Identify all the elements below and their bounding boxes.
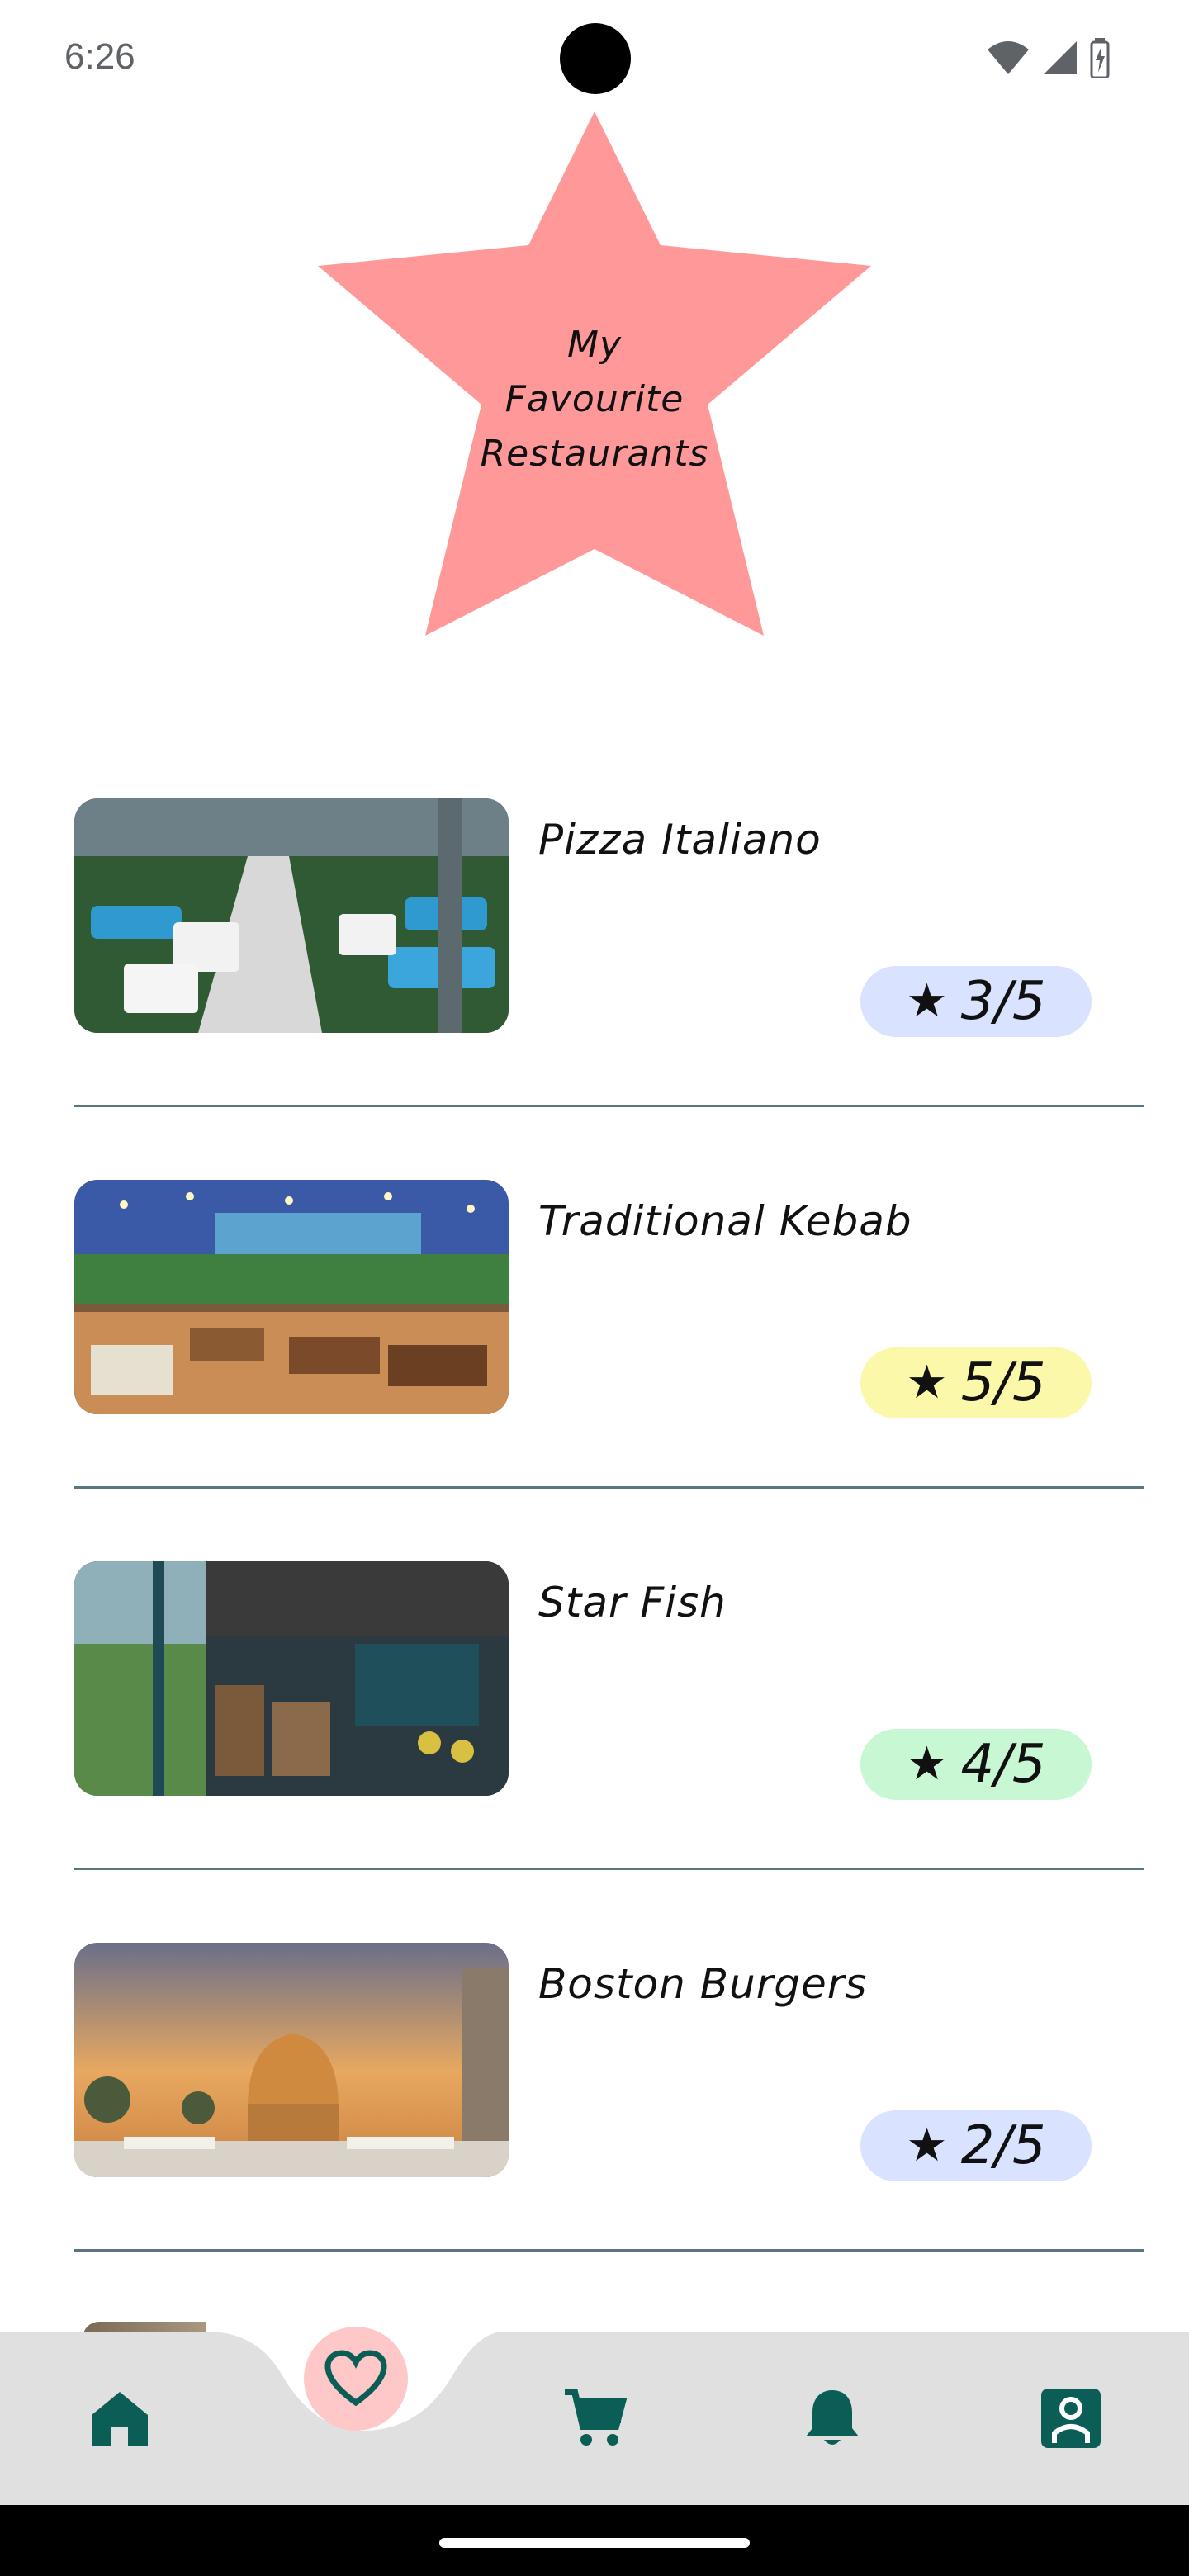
- page-title-line-2: Favourite: [504, 378, 685, 420]
- page-title: My Favourite Restaurants: [462, 318, 727, 481]
- page-title-line-3: Restaurants: [480, 433, 709, 475]
- profile-icon: [1041, 2389, 1101, 2448]
- star-icon: ★: [906, 1737, 948, 1791]
- bottom-navigation: [0, 2282, 1189, 2505]
- star-icon: ★: [906, 1356, 948, 1409]
- nav-cart-button[interactable]: [557, 2381, 632, 2455]
- divider: [74, 1105, 1144, 1107]
- divider: [74, 1486, 1144, 1489]
- signal-icon: [1044, 41, 1077, 74]
- rating-value: 3/5: [960, 971, 1046, 1032]
- status-time: 6:26: [64, 36, 135, 77]
- rating-badge: ★ 5/5: [860, 1347, 1092, 1418]
- restaurant-photo[interactable]: [74, 1943, 509, 2177]
- home-gesture-handle[interactable]: [439, 2538, 750, 2548]
- restaurant-photo[interactable]: [74, 1180, 509, 1414]
- nav-home-button[interactable]: [83, 2381, 157, 2455]
- list-item[interactable]: Pizza Italiano ★ 3/5: [0, 776, 1189, 1158]
- restaurant-name: Star Fish: [538, 1579, 727, 1627]
- restaurant-name: Boston Burgers: [538, 1960, 868, 2008]
- restaurant-photo[interactable]: [74, 1561, 509, 1796]
- rating-value: 5/5: [960, 1352, 1046, 1413]
- rating-badge: ★ 3/5: [860, 966, 1092, 1037]
- home-icon: [92, 2392, 148, 2446]
- cart-icon: [565, 2389, 628, 2446]
- page-title-line-1: My: [566, 324, 622, 366]
- wifi-icon: [988, 41, 1029, 74]
- restaurant-list: Pizza Italiano ★ 3/5 Traditional Kebab ★…: [0, 776, 1189, 2302]
- divider: [74, 2249, 1144, 2252]
- divider: [74, 1868, 1144, 1870]
- status-icons: [986, 38, 1110, 78]
- nav-favourites-button[interactable]: [304, 2327, 408, 2431]
- battery-icon: [1090, 38, 1110, 78]
- heart-icon: [324, 2350, 387, 2407]
- list-item[interactable]: Boston Burgers ★ 2/5: [0, 1920, 1189, 2302]
- gesture-bar: [0, 2505, 1189, 2576]
- restaurant-name: Traditional Kebab: [538, 1197, 912, 1245]
- rating-value: 2/5: [960, 2115, 1046, 2176]
- list-item[interactable]: Star Fish ★ 4/5: [0, 1539, 1189, 1920]
- list-item[interactable]: Traditional Kebab ★ 5/5: [0, 1158, 1189, 1539]
- restaurant-photo[interactable]: [74, 798, 509, 1033]
- restaurant-name: Pizza Italiano: [538, 816, 822, 864]
- status-bar: 6:26: [0, 0, 1189, 116]
- camera-cutout: [560, 23, 631, 94]
- star-icon: ★: [906, 2119, 948, 2172]
- rating-badge: ★ 4/5: [860, 1729, 1092, 1800]
- nav-notifications-button[interactable]: [795, 2381, 869, 2455]
- rating-badge: ★ 2/5: [860, 2110, 1092, 2181]
- star-icon: ★: [906, 974, 948, 1028]
- rating-value: 4/5: [960, 1734, 1046, 1795]
- bell-icon: [806, 2390, 859, 2445]
- nav-profile-button[interactable]: [1034, 2381, 1108, 2455]
